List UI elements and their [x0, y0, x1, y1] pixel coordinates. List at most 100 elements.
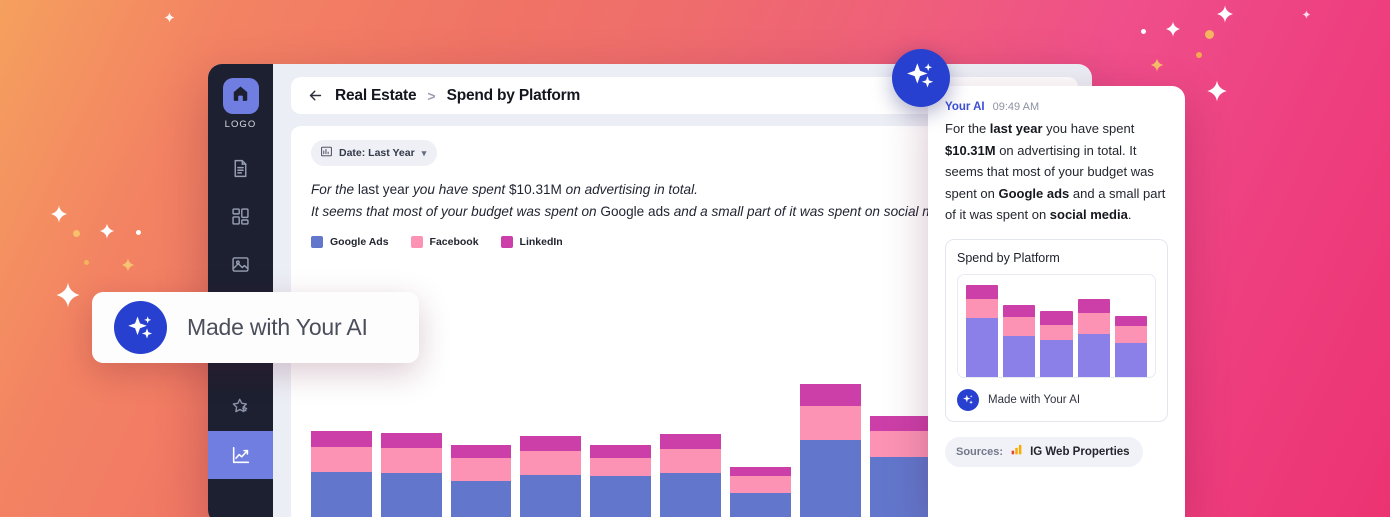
- chart-filter-icon: [320, 145, 333, 161]
- bar-segment: [450, 444, 512, 458]
- bar-column[interactable]: [380, 433, 442, 517]
- bar-column[interactable]: [966, 284, 999, 377]
- sparkle-icon: [121, 258, 135, 272]
- bar-segment: [311, 447, 372, 472]
- bar-column[interactable]: [660, 434, 721, 517]
- narrative-l1-d: $10.31M: [508, 182, 562, 197]
- legend-item[interactable]: LinkedIn: [500, 236, 563, 248]
- sources-name: IG Web Properties: [1030, 445, 1130, 458]
- bar-segment: [1077, 298, 1110, 313]
- bar-column[interactable]: [1040, 310, 1073, 377]
- legend-label: LinkedIn: [519, 236, 563, 248]
- bar-segment: [590, 457, 652, 477]
- ai-chart-card[interactable]: Spend by Platform Made with Your AI: [945, 238, 1168, 422]
- sparkle-icon: [1302, 10, 1311, 19]
- bar-segment: [1114, 325, 1148, 343]
- bar-segment: [590, 444, 652, 458]
- ai-message-part: .: [1127, 207, 1132, 223]
- sidebar-item-favorites[interactable]: [208, 383, 273, 431]
- narrative-l1-b: last year: [357, 182, 410, 197]
- narrative-l2-a: It seems that most of your budget was sp…: [311, 204, 601, 219]
- star-sparkle-icon: [230, 396, 252, 418]
- sparkle-dot: [1205, 30, 1214, 39]
- bar-column[interactable]: [869, 415, 931, 517]
- bar-segment: [1114, 316, 1148, 326]
- sparkle-icon: [114, 301, 167, 354]
- ai-timestamp: 09:49 AM: [992, 101, 1040, 113]
- ai-assistant-button[interactable]: [892, 49, 950, 107]
- sparkle-dot: [1196, 52, 1202, 58]
- line-chart-icon: [230, 444, 252, 466]
- sidebar-logo-label: LOGO: [224, 119, 257, 130]
- ai-message-body: For the last year you have spent $10.31M…: [945, 118, 1168, 226]
- bar-segment: [869, 415, 931, 431]
- sources-badge[interactable]: Sources: IG Web Properties: [945, 436, 1143, 467]
- bar-segment: [1003, 336, 1036, 377]
- bar-segment: [1040, 339, 1073, 377]
- sparkle-icon: [904, 59, 938, 98]
- ai-author: Your AI: [945, 101, 985, 113]
- bar-segment: [1077, 334, 1110, 377]
- sparkle-icon: [164, 12, 175, 23]
- bar-column[interactable]: [1114, 316, 1148, 377]
- bar-segment: [799, 384, 861, 407]
- sparkle-icon: [1150, 58, 1164, 72]
- bar-segment: [380, 448, 442, 473]
- bar-column[interactable]: [520, 436, 582, 517]
- bar-segment: [450, 481, 512, 517]
- bar-column[interactable]: [799, 384, 861, 517]
- bar-segment: [1040, 310, 1073, 325]
- bar-segment: [520, 436, 582, 452]
- legend-swatch: [500, 236, 513, 248]
- ai-message-part: For the: [945, 121, 990, 136]
- sidebar-item-analytics[interactable]: [208, 431, 273, 479]
- legend-item[interactable]: Google Ads: [311, 236, 389, 248]
- sidebar: LOGO: [208, 64, 273, 517]
- breadcrumb-root[interactable]: Real Estate: [335, 87, 417, 105]
- bar-column[interactable]: [590, 444, 652, 517]
- date-filter-button[interactable]: Date: Last Year ▾: [311, 140, 438, 166]
- narrative-l2-b: Google ads: [600, 204, 670, 219]
- sparkle-icon: [1206, 80, 1228, 102]
- sidebar-item-dashboard[interactable]: [208, 192, 273, 240]
- bar-segment: [380, 472, 442, 517]
- legend-item[interactable]: Facebook: [410, 236, 479, 248]
- bar-segment: [380, 433, 442, 449]
- bar-segment: [520, 451, 582, 476]
- ai-made-with-row: Made with Your AI: [957, 388, 1156, 411]
- bar-column[interactable]: [1077, 298, 1110, 377]
- sidebar-logo[interactable]: [222, 78, 259, 114]
- breadcrumb-current: Spend by Platform: [446, 86, 581, 104]
- sources-label: Sources:: [956, 445, 1004, 458]
- bar-segment: [1003, 317, 1036, 337]
- bar-segment: [869, 430, 931, 457]
- image-icon: [230, 254, 251, 275]
- made-with-your-ai-badge[interactable]: Made with Your AI: [92, 292, 419, 363]
- ai-mini-chart: [957, 273, 1156, 378]
- bar-segment: [660, 434, 721, 450]
- sparkle-icon: [1165, 21, 1181, 37]
- ai-message-part: Google ads: [998, 185, 1070, 201]
- home-icon: [231, 84, 250, 108]
- legend-swatch: [311, 236, 323, 248]
- made-with-label: Made with Your AI: [187, 314, 368, 340]
- arrow-left-icon[interactable]: [307, 87, 324, 104]
- bar-column[interactable]: [729, 467, 791, 517]
- bar-column[interactable]: [450, 444, 512, 517]
- date-filter-label: Date: Last Year: [339, 147, 415, 159]
- ai-made-with-label: Made with Your AI: [988, 393, 1081, 406]
- sparkle-dot: [1141, 29, 1146, 34]
- sidebar-item-documents[interactable]: [208, 144, 273, 192]
- legend-swatch: [410, 236, 423, 248]
- bar-column[interactable]: [311, 430, 372, 517]
- ai-message-part: social media: [1049, 207, 1128, 223]
- sparkle-icon: [99, 223, 115, 239]
- bar-segment: [729, 467, 791, 477]
- narrative-l1-a: For the: [311, 182, 358, 197]
- legend-label: Facebook: [429, 236, 479, 248]
- sidebar-item-media[interactable]: [208, 240, 273, 288]
- bar-segment: [966, 318, 999, 377]
- bar-segment: [1040, 324, 1073, 340]
- bar-segment: [311, 430, 372, 448]
- bar-column[interactable]: [1003, 305, 1036, 377]
